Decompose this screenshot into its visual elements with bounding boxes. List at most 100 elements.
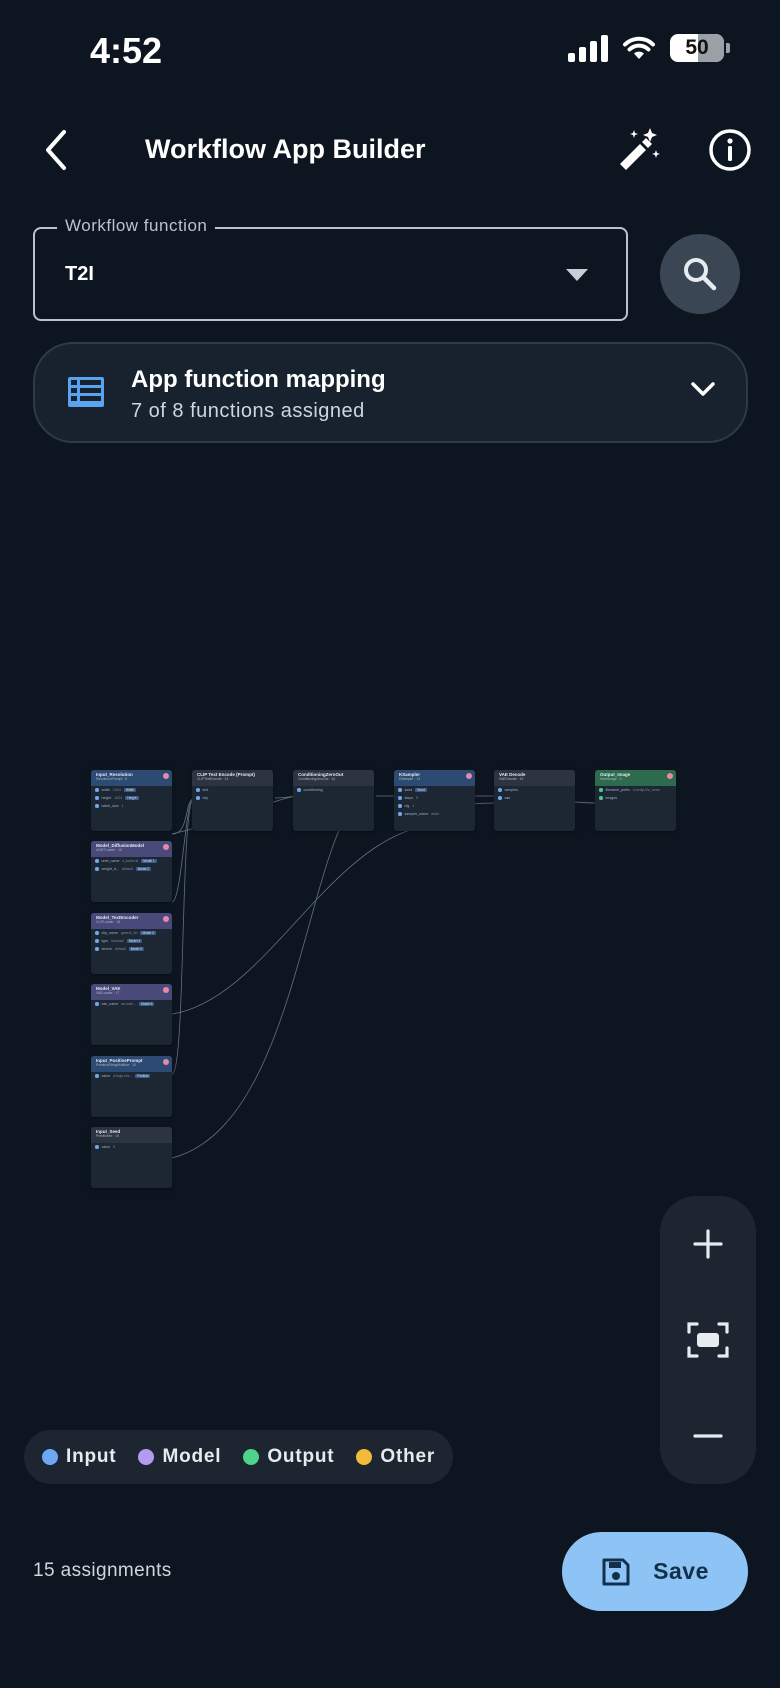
- node-input-row[interactable]: type lumina2 Model 4: [91, 937, 172, 945]
- graph-node-input-seed[interactable]: Input_Seed PrimitiveInt · 19 value 0: [91, 1127, 172, 1188]
- node-input-row[interactable]: steps 9: [394, 794, 475, 802]
- port-icon[interactable]: [599, 796, 603, 800]
- legend-label: Other: [380, 1446, 436, 1467]
- node-input-row[interactable]: height 1024 Height: [91, 794, 172, 802]
- port-icon[interactable]: [95, 804, 99, 808]
- graph-node-vae-decode[interactable]: VAE Decode VAEDecode · 15 samples vae: [494, 770, 575, 831]
- node-rows: vae_name ae.safe... Model 6: [91, 1000, 172, 1008]
- port-icon[interactable]: [95, 867, 99, 871]
- zoom-out-button[interactable]: [678, 1406, 738, 1466]
- assignment-chip[interactable]: Height: [125, 796, 139, 800]
- legend-item-input: Input: [42, 1446, 116, 1468]
- graph-node-output-image[interactable]: Output_Image SaveImage · 9 filename_pref…: [595, 770, 676, 831]
- node-type: UNETLoader · 16: [96, 848, 122, 852]
- info-button[interactable]: [708, 128, 752, 172]
- port-icon[interactable]: [599, 788, 603, 792]
- assignment-chip[interactable]: Model 2: [135, 867, 152, 871]
- node-input-row[interactable]: seed Seed: [394, 786, 475, 794]
- node-input-row[interactable]: clip_name qwen3_4b Model 3: [91, 929, 172, 937]
- node-input-row[interactable]: clip: [192, 794, 273, 802]
- node-rows: seed Seed steps 9 cfg 1 sampler_name euler: [394, 786, 475, 818]
- node-header: Input_PositivePrompt PrimitiveStringMult…: [91, 1056, 172, 1072]
- port-icon[interactable]: [498, 796, 502, 800]
- node-input-row[interactable]: samples: [494, 786, 575, 794]
- input-name: images: [605, 796, 618, 800]
- assignment-chip[interactable]: Model 1: [141, 859, 157, 863]
- node-header: CLIP Text Encode (Prompt) CLIPTextEncode…: [192, 770, 273, 786]
- assignment-chip[interactable]: Width: [123, 788, 137, 792]
- graph-node-model-vae[interactable]: Model_VAE VAELoader · 17 vae_name ae.safe…: [91, 984, 172, 1045]
- port-icon[interactable]: [196, 796, 200, 800]
- port-icon[interactable]: [95, 788, 99, 792]
- port-icon[interactable]: [498, 788, 502, 792]
- port-icon[interactable]: [297, 788, 301, 792]
- input-value: 1024: [112, 788, 121, 792]
- port-icon[interactable]: [398, 812, 402, 816]
- graph-node-input-resolution[interactable]: Input_Resolution ResolutionPrompt · 5 wi…: [91, 770, 172, 831]
- node-input-row[interactable]: vae_name ae.safe... Model 6: [91, 1000, 172, 1008]
- input-value: 9: [416, 796, 419, 800]
- floppy-disk-icon: [602, 1558, 630, 1585]
- assignment-chip[interactable]: Model 3: [140, 931, 156, 935]
- graph-node-clip-encode[interactable]: CLIP Text Encode (Prompt) CLIPTextEncode…: [192, 770, 273, 831]
- mapping-title: App function mapping: [131, 366, 386, 393]
- input-value: 1024: [114, 796, 123, 800]
- port-icon[interactable]: [95, 1074, 99, 1078]
- assignment-chip[interactable]: Positive: [135, 1074, 151, 1078]
- magic-wand-button[interactable]: [612, 124, 662, 174]
- workflow-graph-canvas[interactable]: Input_Resolution ResolutionPrompt · 5 wi…: [0, 740, 780, 1220]
- port-icon[interactable]: [196, 788, 200, 792]
- node-input-row[interactable]: width 1024 Width: [91, 786, 172, 794]
- plus-icon: [693, 1229, 723, 1259]
- node-input-row[interactable]: sampler_name euler: [394, 810, 475, 818]
- node-input-row[interactable]: images: [595, 794, 676, 802]
- port-icon[interactable]: [95, 859, 99, 863]
- node-input-row[interactable]: weight_d... default Model 2: [91, 865, 172, 873]
- chevron-down-icon: [691, 382, 715, 396]
- input-name: steps: [404, 796, 414, 800]
- fit-screen-button[interactable]: [678, 1310, 738, 1370]
- workflow-function-select[interactable]: Workflow function T2I: [33, 216, 628, 321]
- input-value: 1: [412, 804, 415, 808]
- port-icon[interactable]: [95, 1002, 99, 1006]
- node-header: Model_DiffusionModel UNETLoader · 16: [91, 841, 172, 857]
- node-input-row[interactable]: value A high-res... Positive: [91, 1072, 172, 1080]
- assignment-chip[interactable]: Seed: [415, 788, 427, 792]
- port-icon[interactable]: [95, 947, 99, 951]
- node-input-row[interactable]: cfg 1: [394, 802, 475, 810]
- input-name: value: [101, 1074, 111, 1078]
- port-icon[interactable]: [95, 931, 99, 935]
- port-icon[interactable]: [398, 788, 402, 792]
- cellular-signal-icon: [568, 34, 608, 62]
- save-button[interactable]: Save: [562, 1532, 748, 1611]
- assignment-chip[interactable]: Model 5: [128, 947, 145, 951]
- table-list-icon: [68, 377, 104, 407]
- node-input-row[interactable]: unet_name z_turbo.sf Model 1: [91, 857, 172, 865]
- zoom-in-button[interactable]: [678, 1214, 738, 1274]
- node-input-row[interactable]: filename_prefix ComfyUI/z_turbo: [595, 786, 676, 794]
- graph-node-conditioning-zero-out[interactable]: ConditioningZeroOut ConditioningZeroOut …: [293, 770, 374, 831]
- input-value: 1: [121, 804, 124, 808]
- port-icon[interactable]: [95, 939, 99, 943]
- node-input-row[interactable]: value 0: [91, 1143, 172, 1151]
- port-icon[interactable]: [398, 804, 402, 808]
- port-icon[interactable]: [95, 796, 99, 800]
- node-input-row[interactable]: text: [192, 786, 273, 794]
- assigned-badge-icon: [163, 773, 169, 779]
- node-input-row[interactable]: vae: [494, 794, 575, 802]
- graph-node-input-positive-prompt[interactable]: Input_PositivePrompt PrimitiveStringMult…: [91, 1056, 172, 1117]
- node-input-row[interactable]: batch_size 1: [91, 802, 172, 810]
- node-input-row[interactable]: device default Model 5: [91, 945, 172, 953]
- graph-node-model-text-encoder[interactable]: Model_TextEncoder CLIPLoader · 18 clip_n…: [91, 913, 172, 974]
- node-header: VAE Decode VAEDecode · 15: [494, 770, 575, 786]
- node-input-row[interactable]: conditioning: [293, 786, 374, 794]
- port-icon[interactable]: [398, 796, 402, 800]
- graph-node-model-diffusion[interactable]: Model_DiffusionModel UNETLoader · 16 une…: [91, 841, 172, 902]
- port-icon[interactable]: [95, 1145, 99, 1149]
- back-button[interactable]: [38, 128, 78, 172]
- assignment-chip[interactable]: Model 6: [139, 1002, 155, 1006]
- app-function-mapping-card[interactable]: App function mapping 7 of 8 functions as…: [33, 342, 748, 443]
- assignment-chip[interactable]: Model 4: [126, 939, 143, 943]
- search-button[interactable]: [660, 234, 740, 314]
- graph-node-ksampler[interactable]: KSampler KSampler · 13 seed Seed steps 9 cfg…: [394, 770, 475, 831]
